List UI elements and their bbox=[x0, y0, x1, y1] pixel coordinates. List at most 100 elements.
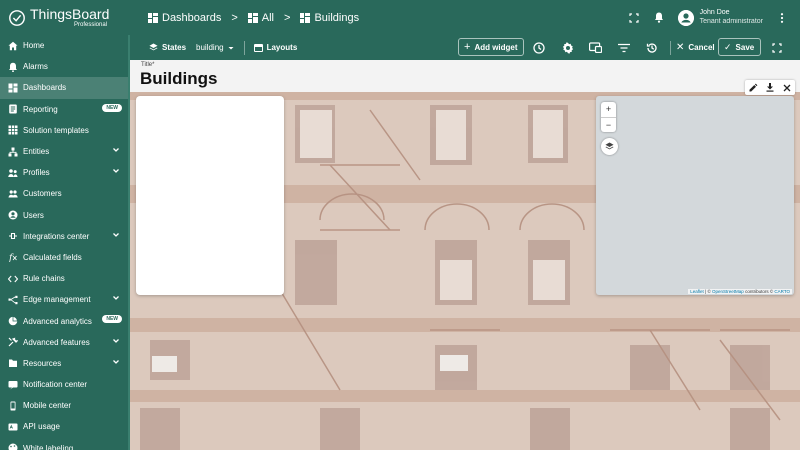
edit-pencil-icon[interactable] bbox=[749, 83, 758, 92]
close-icon[interactable] bbox=[783, 84, 791, 92]
carto-link[interactable]: CARTO bbox=[774, 289, 790, 294]
leaflet-link[interactable]: Leaflet bbox=[690, 289, 704, 294]
entity-aliases-icon[interactable] bbox=[583, 35, 608, 60]
empty-widget[interactable] bbox=[136, 96, 284, 295]
dashboard-icon bbox=[247, 12, 258, 23]
user-icon bbox=[8, 210, 18, 220]
breadcrumb-label: All bbox=[261, 11, 274, 24]
save-label: Save bbox=[735, 42, 755, 52]
user-menu[interactable]: John Doe Tenant administrator bbox=[677, 9, 763, 26]
sidebar-item-profiles[interactable]: Profiles bbox=[0, 162, 130, 183]
integrations-icon bbox=[9, 233, 17, 240]
more-vert-icon[interactable] bbox=[769, 5, 794, 30]
sidebar-item-users[interactable]: Users bbox=[0, 205, 130, 226]
cancel-label: Cancel bbox=[688, 42, 715, 52]
sidebar-item-calculated-fields[interactable]: f Calculated fields bbox=[0, 247, 130, 268]
map-widget[interactable]: + − Leaflet | © OpenStreetMap contributo… bbox=[596, 96, 794, 295]
notification-icon bbox=[8, 380, 18, 390]
sidebar-item-alarms[interactable]: Alarms bbox=[0, 56, 130, 77]
sidebar-item-integrations-center[interactable]: Integrations center bbox=[0, 226, 130, 247]
map-attribution: Leaflet | © OpenStreetMap contributors ©… bbox=[688, 289, 792, 294]
sidebar-item-notification-center[interactable]: Notification center bbox=[0, 374, 130, 395]
sidebar-item-solution-templates[interactable]: Solution templates bbox=[0, 120, 130, 141]
edge-icon bbox=[8, 295, 18, 305]
layers-icon bbox=[605, 142, 614, 150]
layouts-button[interactable]: Layouts bbox=[249, 39, 303, 57]
profiles-icon bbox=[8, 168, 18, 177]
entities-icon bbox=[8, 147, 18, 157]
add-widget-button[interactable]: + Add widget bbox=[458, 38, 524, 56]
notifications-bell-icon[interactable] bbox=[647, 5, 672, 30]
thingsboard-logo-icon bbox=[9, 9, 25, 26]
grid-icon bbox=[8, 125, 18, 135]
osm-link[interactable]: OpenStreetMap bbox=[712, 289, 744, 294]
report-icon bbox=[9, 104, 17, 114]
version-history-icon[interactable] bbox=[639, 35, 664, 60]
title-widget[interactable]: Title* Buildings bbox=[130, 60, 800, 92]
sidebar-item-entities[interactable]: Entities bbox=[0, 141, 130, 162]
user-role: Tenant administrator bbox=[699, 17, 763, 25]
sidebar-item-label: Mobile center bbox=[23, 401, 72, 411]
breadcrumb-label: Dashboards bbox=[162, 11, 222, 24]
timewindow-clock-icon[interactable] bbox=[526, 35, 551, 60]
breadcrumb-all[interactable]: All bbox=[247, 11, 274, 24]
breadcrumb-dashboards[interactable]: Dashboards bbox=[148, 12, 221, 24]
close-icon: ✕ bbox=[676, 41, 685, 53]
sidebar-item-mobile-center[interactable]: Mobile center bbox=[0, 395, 130, 416]
save-button[interactable]: ✓ Save bbox=[718, 38, 761, 56]
sidebar-item-label: Calculated fields bbox=[23, 252, 82, 262]
sidebar-item-api-usage[interactable]: API usage bbox=[0, 416, 130, 437]
sidebar-item-customers[interactable]: Customers bbox=[0, 183, 130, 204]
sidebar-item-advanced-features[interactable]: Advanced features bbox=[0, 332, 130, 353]
palette-icon bbox=[8, 443, 18, 450]
sidebar-item-label: Solution templates bbox=[23, 125, 89, 135]
sidebar-item-edge-management[interactable]: Edge management bbox=[0, 289, 130, 310]
logo-subtitle: Professional bbox=[74, 22, 108, 28]
chevron-down-icon bbox=[113, 296, 119, 301]
sidebar-item-label: Rule chains bbox=[23, 274, 65, 284]
fullscreen-icon[interactable] bbox=[622, 5, 647, 30]
breadcrumb-separator: > bbox=[284, 11, 291, 24]
sidebar-item-label: Home bbox=[23, 41, 45, 51]
sidebar-item-label: API usage bbox=[23, 422, 60, 432]
sidebar-item-resources[interactable]: Resources bbox=[0, 353, 130, 374]
states-button[interactable]: States bbox=[144, 39, 191, 57]
home-icon bbox=[8, 41, 18, 50]
layers-icon bbox=[149, 43, 158, 51]
download-icon[interactable] bbox=[766, 83, 774, 92]
tools-icon bbox=[8, 337, 18, 347]
sidebar-item-home[interactable]: Home bbox=[0, 35, 130, 56]
cancel-button[interactable]: ✕ Cancel bbox=[671, 38, 720, 56]
zoom-in-button[interactable]: + bbox=[606, 102, 611, 117]
logo[interactable]: ThingsBoard Professional bbox=[0, 0, 130, 35]
sidebar-item-advanced-analytics[interactable]: Advanced analytics NEW bbox=[0, 310, 130, 331]
sidebar-item-reporting[interactable]: Reporting NEW bbox=[0, 99, 130, 120]
analytics-icon bbox=[8, 316, 18, 326]
svg-text:f: f bbox=[8, 254, 14, 263]
dashboard-canvas: Title* Buildings + − Leaflet | © OpenStr… bbox=[130, 60, 800, 450]
sidebar-item-white-labeling[interactable]: White labeling bbox=[0, 438, 130, 450]
filters-icon[interactable] bbox=[611, 35, 636, 60]
sidebar-item-rule-chains[interactable]: Rule chains bbox=[0, 268, 130, 289]
map-zoom-control: + − bbox=[601, 102, 616, 132]
dashboard-icon bbox=[148, 12, 158, 23]
resources-icon bbox=[9, 359, 17, 368]
fullscreen-icon[interactable] bbox=[764, 35, 789, 60]
dashboard-toolbar: States building Layouts + Add widget ✕ C… bbox=[130, 35, 800, 60]
zoom-out-button[interactable]: − bbox=[601, 117, 616, 132]
sidebar-item-label: Users bbox=[23, 210, 44, 220]
sidebar-item-label: Customers bbox=[23, 189, 62, 199]
breadcrumb-label: Buildings bbox=[314, 11, 360, 24]
map-layers-button[interactable] bbox=[601, 138, 618, 155]
layout-icon bbox=[253, 43, 263, 52]
attribution-separator: | © bbox=[703, 289, 713, 294]
sidebar-item-label: Notification center bbox=[23, 380, 88, 390]
settings-gear-icon[interactable] bbox=[555, 35, 580, 60]
chevron-down-icon bbox=[113, 232, 119, 237]
mobile-icon bbox=[10, 401, 16, 411]
states-select[interactable]: building bbox=[191, 39, 240, 57]
chevron-down-icon bbox=[113, 169, 119, 174]
sidebar-item-dashboards[interactable]: Dashboards bbox=[0, 77, 130, 99]
add-widget-label: Add widget bbox=[474, 42, 518, 52]
alarm-icon bbox=[9, 62, 17, 72]
